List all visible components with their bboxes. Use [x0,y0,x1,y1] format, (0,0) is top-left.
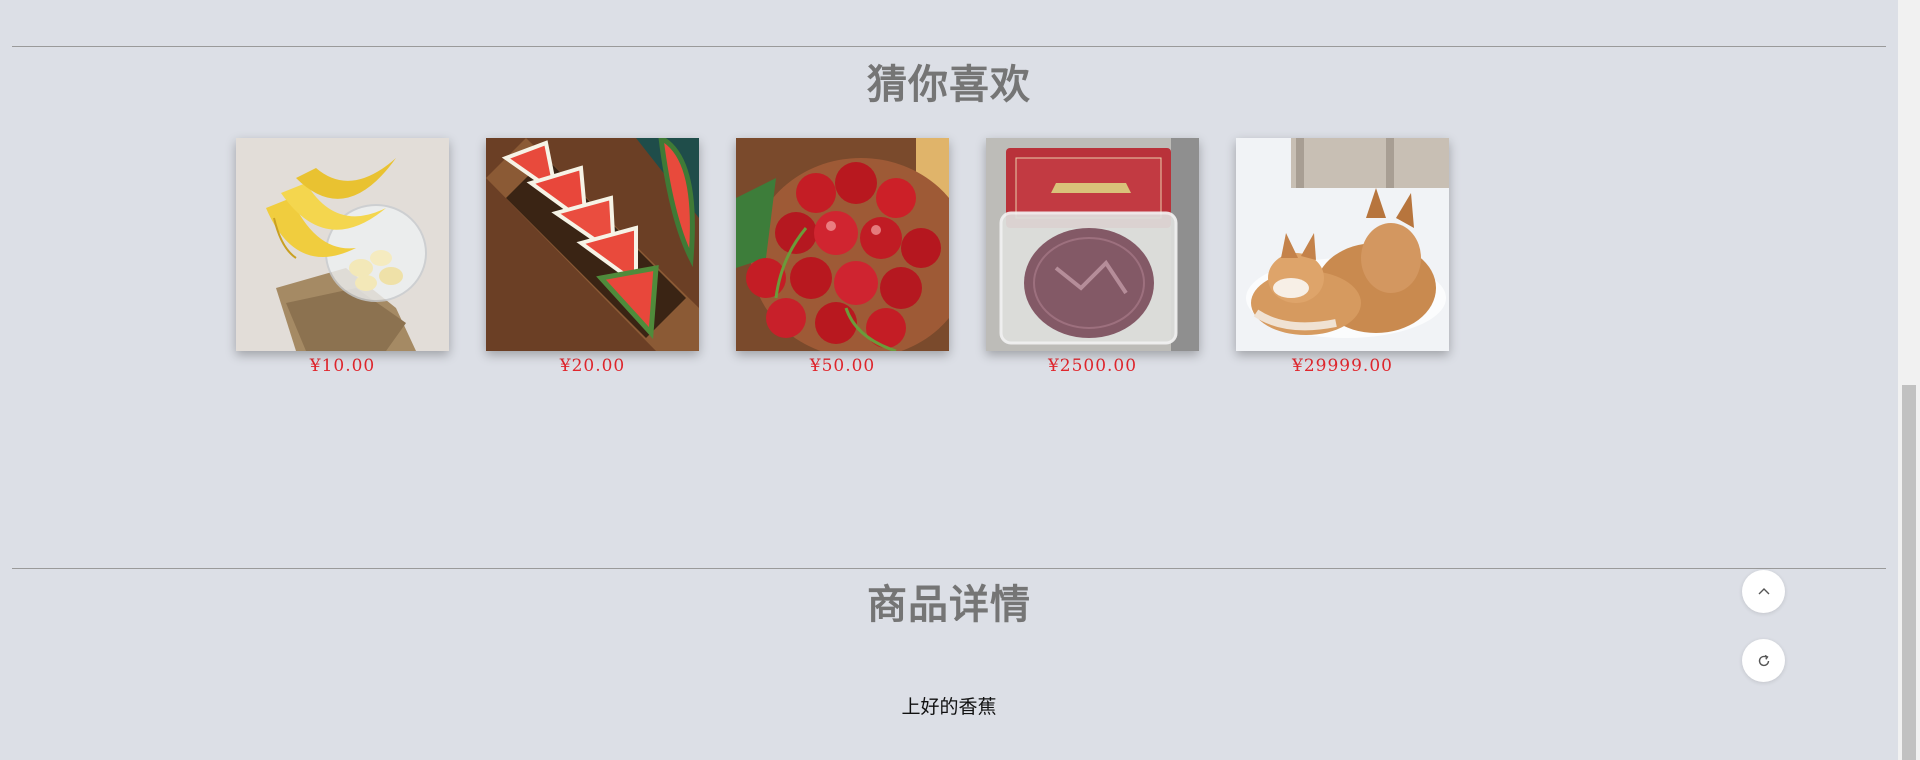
product-image-cherry[interactable] [736,138,949,351]
scrollbar[interactable] [1898,0,1920,760]
page: 猜你喜欢 ¥10.00 ¥20.00 ¥50.00 ¥2500.00 ¥2999… [0,0,1920,760]
refresh-button[interactable] [1742,639,1785,682]
product-card-fox[interactable]: ¥29999.00 [1236,138,1449,376]
product-card-watermelon[interactable]: ¥20.00 [486,138,699,376]
product-card-mooncake[interactable]: ¥2500.00 [986,138,1199,376]
product-card-banana[interactable]: ¥10.00 [236,138,449,376]
product-image-banana[interactable] [236,138,449,351]
product-price: ¥50.00 [809,356,876,376]
recommend-title: 猜你喜欢 [867,62,1031,108]
product-image-mooncake[interactable] [986,138,1199,351]
product-price: ¥2500.00 [1047,356,1138,376]
section-divider [12,46,1886,47]
product-image-watermelon[interactable] [486,138,699,351]
section-divider [12,568,1886,569]
product-description: 上好的香蕉 [901,696,997,718]
product-price: ¥10.00 [309,356,376,376]
product-price: ¥20.00 [559,356,626,376]
back-to-top-button[interactable] [1742,570,1785,613]
details-title: 商品详情 [867,582,1031,628]
product-card-cherry[interactable]: ¥50.00 [736,138,949,376]
product-price: ¥29999.00 [1292,356,1393,376]
product-list: ¥10.00 ¥20.00 ¥50.00 ¥2500.00 ¥29999.00 [236,138,1449,376]
refresh-icon [1758,654,1769,666]
chevron-up-icon [1758,587,1769,594]
scrollbar-thumb[interactable] [1902,385,1916,760]
product-image-fox[interactable] [1236,138,1449,351]
